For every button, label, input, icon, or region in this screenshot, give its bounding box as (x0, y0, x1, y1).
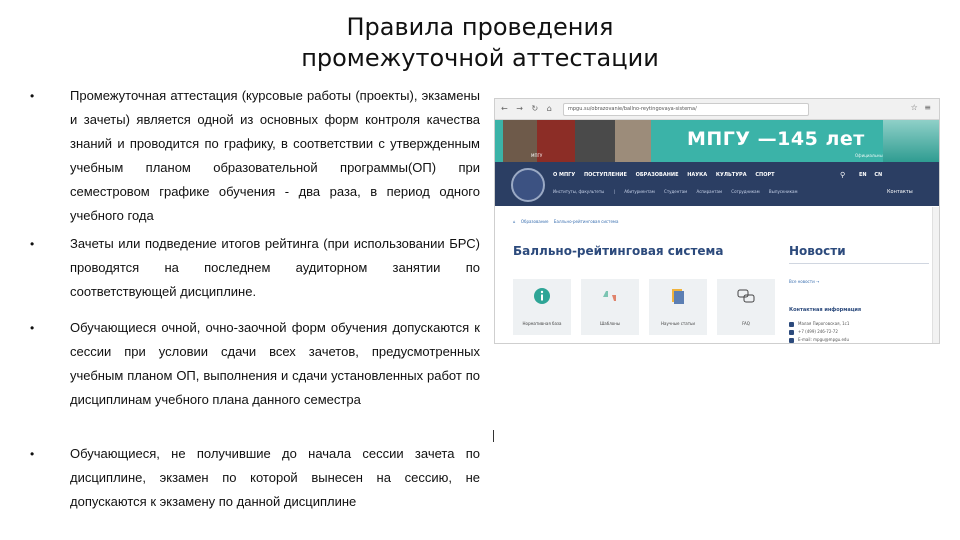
banner-headline: МПГУ —145 лет (687, 128, 865, 150)
submenu-item[interactable]: Аспирантам (696, 189, 722, 194)
thumbs-icon (603, 291, 616, 301)
bullet-text: Обучающиеся очной, очно-заочной форм обу… (70, 320, 480, 407)
contact-title: Контактная информация (789, 307, 862, 313)
tile-label: Шаблоны (600, 321, 620, 326)
info-icon (534, 288, 550, 304)
page-scrollbar[interactable] (932, 207, 939, 343)
contact-text: Малая Пироговская, 1с1 (798, 321, 850, 326)
contact-text: +7 (499) 246-72-72 (798, 329, 838, 334)
menu-item-science[interactable]: НАУКА (687, 172, 707, 178)
text-cursor (493, 430, 494, 442)
speech-bubbles-icon (737, 289, 755, 303)
contact-text: E-mail: mpgu@mpgu.edu (798, 337, 849, 342)
tile-templates[interactable]: Шаблоны (581, 279, 639, 335)
tile-label: Нормативная база (522, 321, 562, 326)
banner-photo (615, 120, 651, 162)
bullet-text: Зачеты или подведение итогов рейтинга (п… (70, 236, 480, 299)
all-news-link[interactable]: Все новости → (789, 279, 819, 284)
lang-cn[interactable]: CN (874, 172, 882, 178)
tile-grid: Нормативная база Шаблоны Научные статьи … (513, 279, 775, 335)
site-banner: МПГУ МПГУ —145 лет Официальный портал МП… (495, 120, 939, 162)
browser-nav-icons: ← → ↻ ⌂ (501, 104, 555, 113)
bullet-marker: • (30, 89, 35, 103)
menu-item-about[interactable]: О МПГУ (553, 172, 575, 178)
banner-building-image (883, 120, 939, 162)
bullet-marker: • (30, 237, 35, 251)
browser-toolbar: ← → ↻ ⌂ mpgu.su/obrazovanie/ballno-reyti… (495, 99, 939, 120)
news-divider (789, 263, 929, 264)
slide-title-line-1: Правила проведения (346, 13, 614, 41)
menu-item-education[interactable]: ОБРАЗОВАНИЕ (636, 172, 679, 178)
slide-title: Правила проведения промежуточной аттеста… (0, 12, 960, 74)
slide-title-line-2: промежуточной аттестации (301, 44, 659, 72)
menu-item-culture[interactable]: КУЛЬТУРА (716, 172, 747, 178)
tile-faq[interactable]: FAQ (717, 279, 775, 335)
submenu-item[interactable]: Институты, факультеты (553, 189, 604, 194)
submenu-item[interactable]: Выпускникам (769, 189, 798, 194)
menu-item-sport[interactable]: СПОРТ (755, 172, 774, 178)
breadcrumb-home-icon[interactable]: ⌂ (513, 219, 516, 224)
website-screenshot: ← → ↻ ⌂ mpgu.su/obrazovanie/ballno-reyti… (494, 98, 940, 344)
location-icon (789, 321, 794, 327)
breadcrumb-current: Балльно-рейтинговая система (553, 219, 619, 224)
contact-row: Малая Пироговская, 1с1 (789, 321, 849, 327)
tile-articles[interactable]: Научные статьи (649, 279, 707, 335)
site-navbar: О МПГУ ПОСТУПЛЕНИЕ ОБРАЗОВАНИЕ НАУКА КУЛ… (495, 162, 939, 206)
sub-menu: Институты, факультеты | Абитуриентам Сту… (553, 189, 806, 194)
breadcrumb: ⌂ Образование Балльно-рейтинговая систем… (513, 219, 622, 224)
phone-icon (789, 329, 794, 335)
browser-tools-icons: ☆ ≡ (910, 103, 933, 112)
lang-en[interactable]: EN (859, 172, 867, 178)
tile-label: Научные статьи (661, 321, 695, 326)
banner-caption-left: МПГУ (531, 153, 543, 158)
banner-photo (575, 120, 615, 162)
search-icon[interactable]: ⚲ (840, 171, 845, 179)
bullet-marker: • (30, 321, 35, 335)
university-crest-icon (511, 168, 545, 202)
bullet-text: Обучающиеся, не получившие до начала сес… (70, 446, 480, 509)
tile-regulations[interactable]: Нормативная база (513, 279, 571, 335)
address-bar: mpgu.su/obrazovanie/ballno-reytingovaya-… (563, 103, 809, 116)
submenu-divider: | (613, 189, 615, 194)
bullet-marker: • (30, 447, 35, 461)
language-switcher: EN CN (859, 172, 888, 178)
bullet-text: Промежуточная аттестация (курсовые работ… (70, 88, 480, 223)
contact-row: E-mail: mpgu@mpgu.edu (789, 337, 849, 343)
section-title: Балльно-рейтинговая система (513, 244, 724, 258)
contact-row: +7 (499) 246-72-72 (789, 329, 838, 335)
email-icon (789, 337, 794, 343)
submenu-item[interactable]: Абитуриентам (624, 189, 655, 194)
contacts-link[interactable]: Контакты (887, 189, 913, 195)
submenu-item[interactable]: Студентам (664, 189, 687, 194)
document-icon (672, 289, 684, 304)
menu-item-admission[interactable]: ПОСТУПЛЕНИЕ (584, 172, 627, 178)
news-title: Новости (789, 244, 846, 258)
banner-photo (537, 120, 575, 162)
breadcrumb-item[interactable]: Образование (521, 219, 549, 224)
tile-label: FAQ (742, 321, 750, 326)
submenu-item[interactable]: Сотрудникам (731, 189, 759, 194)
main-menu: О МПГУ ПОСТУПЛЕНИЕ ОБРАЗОВАНИЕ НАУКА КУЛ… (553, 172, 782, 178)
